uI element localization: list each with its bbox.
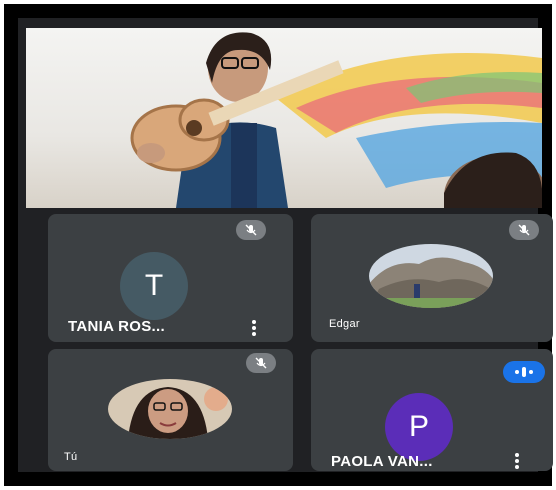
participant-tile-self[interactable]: Tú [48, 349, 293, 471]
avatar: T [120, 252, 188, 320]
participant-name: Tú [64, 451, 78, 463]
avatar: P [385, 393, 453, 461]
participant-name: Edgar [329, 318, 360, 330]
more-vert-icon[interactable] [515, 453, 519, 469]
participant-tile-paola[interactable]: P PAOLA VAN... [311, 349, 553, 471]
main-video[interactable] [26, 28, 542, 208]
participant-name: TANIA ROS... [68, 318, 165, 335]
avatar [369, 244, 493, 308]
speaking-indicator-icon [503, 361, 545, 383]
more-vert-icon[interactable] [252, 320, 256, 336]
participant-tile-tania[interactable]: T TANIA ROS... [48, 214, 293, 342]
participant-name: PAOLA VAN... [331, 453, 433, 470]
avatar [108, 379, 232, 439]
participant-tile-edgar[interactable]: Edgar [311, 214, 553, 342]
mic-off-icon [236, 220, 266, 240]
mic-off-icon [509, 220, 539, 240]
mic-off-icon [246, 353, 276, 373]
presenter-video [130, 32, 542, 208]
